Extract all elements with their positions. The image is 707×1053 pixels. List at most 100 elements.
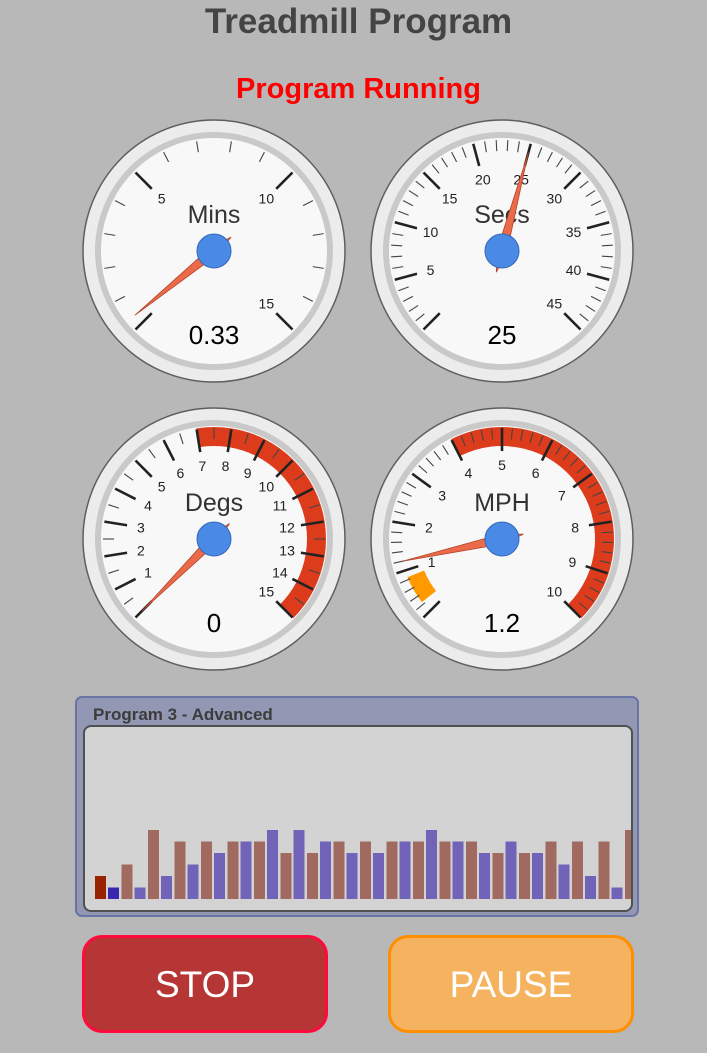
secs-tick-label: 40: [566, 262, 582, 278]
mph-gauge-label: MPH: [474, 489, 530, 517]
program-profile-chart: [83, 725, 633, 912]
mins-gauge-label: Mins: [188, 201, 241, 229]
speed-level-bar: [413, 841, 424, 899]
speed-level-bar: [280, 853, 292, 899]
speed-level-bar: [307, 853, 318, 899]
secs-minor-tick: [391, 244, 403, 247]
mph-tick-label: 9: [568, 554, 576, 570]
speed-level-bar: [492, 853, 504, 899]
speed-level-bar: [598, 841, 610, 899]
speed-level-bar: [386, 841, 398, 899]
program-profile-bars: [95, 830, 631, 899]
speed-gauge: 1 2 3 4 5 6 7 8 9 10 MPH 1.2: [370, 407, 634, 671]
secs-minor-tick: [495, 140, 498, 152]
degs-value-readout: 0: [207, 608, 221, 638]
incline-level-bar: [320, 841, 331, 899]
mph-needle-hub: [484, 521, 520, 557]
secs-minor-tick: [601, 255, 613, 258]
degs-tick-label: 9: [244, 465, 252, 481]
degs-tick-label: 5: [158, 479, 166, 495]
speed-level-bar: [95, 876, 106, 899]
mph-tick-label: 4: [465, 465, 473, 481]
program-title: Program 3 - Advanced: [93, 705, 273, 724]
degs-tick-label: 8: [222, 458, 230, 474]
incline-level-bar: [161, 876, 172, 899]
program-panel: Program 3 - Advanced: [75, 696, 639, 917]
degs-needle-hub: [196, 521, 232, 557]
speed-level-bar: [148, 830, 159, 899]
mins-tick-label: 15: [259, 295, 275, 311]
mins-value-readout: 0.33: [189, 320, 240, 350]
speed-level-bar: [121, 864, 133, 899]
mph-minor-tick: [601, 531, 613, 534]
secs-tick-label: 10: [423, 224, 439, 240]
degs-tick-label: 10: [259, 479, 275, 495]
incline-level-bar: [452, 841, 464, 899]
secs-gauge-label: Secs: [474, 201, 530, 229]
secs-minor-tick: [601, 244, 613, 247]
mph-minor-tick: [391, 531, 403, 534]
minutes-gauge: 5 10 15 Mins 0.33: [82, 119, 346, 383]
speed-level-bar: [227, 841, 239, 899]
degs-tick-label: 1: [144, 565, 152, 581]
incline-level-bar: [505, 841, 517, 899]
degs-tick-label: 7: [199, 458, 207, 474]
incline-level-bar: [399, 841, 411, 899]
incline-level-bar: [187, 864, 199, 899]
degs-tick-label: 3: [137, 519, 145, 535]
incline-gauge: 1 2 3 4 5 6 7 8 9 10 11 12 13 14 15 Degs 0: [82, 407, 346, 671]
speed-level-bar: [625, 830, 631, 899]
speed-level-bar: [254, 841, 265, 899]
degs-tick-label: 13: [279, 543, 295, 559]
secs-tick-label: 20: [475, 172, 491, 188]
degs-tick-label: 11: [273, 497, 288, 513]
mph-tick-label: 8: [571, 519, 579, 535]
mph-tick-label: 7: [558, 488, 566, 504]
incline-level-bar: [108, 887, 119, 899]
seconds-gauge-dial: 51015202530354045Secs25: [370, 119, 634, 383]
incline-level-bar: [479, 853, 490, 899]
seconds-gauge: 51015202530354045Secs25: [370, 119, 634, 383]
incline-level-bar: [214, 853, 225, 899]
mph-tick-label: 2: [425, 519, 433, 535]
degs-tick-label: 2: [137, 543, 145, 559]
speed-level-bar: [519, 853, 530, 899]
speed-level-bar: [545, 841, 557, 899]
incline-level-bar: [134, 887, 146, 899]
mph-tick-label: 5: [498, 457, 506, 473]
mph-tick-label: 10: [547, 583, 563, 599]
stop-button[interactable]: STOP: [82, 935, 328, 1033]
mins-tick-label: 10: [259, 191, 275, 207]
program-status: Program Running: [236, 73, 481, 105]
incline-level-bar: [267, 830, 278, 899]
secs-minor-tick: [391, 255, 403, 258]
speed-level-bar: [174, 841, 186, 899]
secs-tick-label: 5: [427, 262, 435, 278]
incline-level-bar: [558, 864, 570, 899]
secs-tick-label: 30: [547, 191, 563, 207]
secs-needle-hub: [484, 233, 520, 269]
speed-level-bar: [333, 841, 345, 899]
incline-gauge-dial: 123456 7 8 9101112131415Degs0: [82, 407, 346, 671]
speed-level-bar: [439, 841, 451, 899]
incline-level-bar: [240, 841, 252, 899]
secs-minor-tick: [506, 140, 509, 152]
speed-gauge-dial: 12345678910MPH1.2: [370, 407, 634, 671]
secs-value-readout: 25: [488, 320, 517, 350]
incline-level-bar: [532, 853, 543, 899]
incline-level-bar: [293, 830, 305, 899]
incline-level-bar: [373, 853, 384, 899]
speed-level-bar: [360, 841, 371, 899]
secs-tick-label: 35: [566, 224, 582, 240]
secs-tick-label: 15: [442, 191, 458, 207]
incline-level-bar: [611, 887, 623, 899]
mph-value-readout: 1.2: [484, 608, 520, 638]
degs-tick-label: 15: [259, 583, 275, 599]
minutes-gauge-dial: 5 10 15 Mins 0.33: [82, 119, 346, 383]
speed-level-bar: [572, 841, 583, 899]
speed-level-bar: [201, 841, 212, 899]
degs-tick-label: 6: [177, 465, 185, 481]
page-title: Treadmill Program: [204, 2, 513, 41]
incline-level-bar: [585, 876, 596, 899]
pause-button[interactable]: PAUSE: [388, 935, 634, 1033]
